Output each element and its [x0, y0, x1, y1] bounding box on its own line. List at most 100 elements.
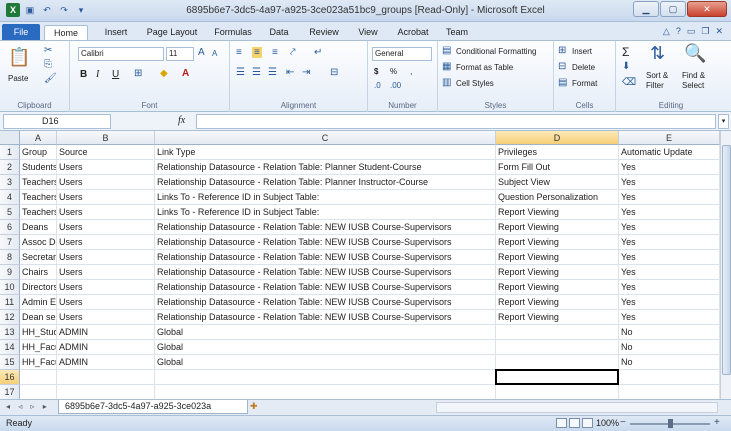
row-header[interactable]: 14 — [0, 340, 20, 355]
format-as-table-button[interactable]: Format as Table — [456, 63, 513, 72]
table-cell[interactable]: Subject View — [496, 175, 619, 190]
table-cell[interactable] — [496, 325, 619, 340]
table-cell[interactable] — [619, 370, 720, 385]
table-cell[interactable]: No — [619, 340, 720, 355]
table-cell[interactable]: Report Viewing — [496, 280, 619, 295]
table-cell[interactable]: ADMIN — [57, 325, 155, 340]
help-icon[interactable]: ? — [676, 26, 681, 37]
table-cell[interactable]: Users — [57, 235, 155, 250]
sort-filter-button[interactable]: Sort & — [646, 71, 668, 80]
table-cell[interactable] — [57, 385, 155, 399]
grow-font-icon[interactable]: A — [198, 47, 205, 58]
table-cell[interactable]: Users — [57, 295, 155, 310]
copy-icon[interactable]: ⎘ — [44, 59, 52, 70]
format-as-table-icon[interactable]: ▦ — [442, 61, 451, 72]
table-cell[interactable]: Students — [20, 160, 57, 175]
fill-icon[interactable]: ⬇ — [622, 61, 630, 72]
column-header-c[interactable]: C — [155, 131, 496, 145]
insert-cells-icon[interactable]: ⊞ — [558, 45, 566, 56]
delete-cells-icon[interactable]: ⊟ — [558, 61, 566, 72]
table-cell[interactable]: Users — [57, 205, 155, 220]
table-cell[interactable] — [20, 385, 57, 399]
table-cell[interactable] — [155, 370, 496, 385]
page-layout-view-button[interactable] — [569, 418, 580, 428]
table-cell[interactable]: Users — [57, 265, 155, 280]
table-cell[interactable]: Teachers ( — [20, 190, 57, 205]
tab-acrobat[interactable]: Acrobat — [394, 25, 432, 40]
tab-view[interactable]: View — [354, 25, 382, 40]
align-left-icon[interactable]: ☰ — [236, 67, 245, 78]
clear-icon[interactable]: ⌫ — [622, 77, 636, 88]
table-cell[interactable]: Admin EV — [20, 295, 57, 310]
table-cell[interactable]: Yes — [619, 160, 720, 175]
align-top-icon[interactable]: ≡ — [236, 47, 242, 58]
table-cell[interactable]: Users — [57, 160, 155, 175]
align-middle-icon[interactable]: ≡ — [252, 47, 262, 58]
horizontal-scrollbar[interactable] — [436, 402, 718, 413]
column-header-d[interactable]: D — [496, 131, 619, 145]
table-cell[interactable] — [496, 385, 619, 399]
table-cell[interactable]: Users — [57, 310, 155, 325]
workbook-close-icon[interactable]: ✕ — [715, 26, 723, 37]
table-cell[interactable]: Report Viewing — [496, 235, 619, 250]
table-cell[interactable]: Relationship Datasource - Relation Table… — [155, 175, 496, 190]
table-cell[interactable]: Links To - Reference ID in Subject Table… — [155, 190, 496, 205]
table-cell[interactable] — [155, 385, 496, 399]
table-cell[interactable]: Report Viewing — [496, 295, 619, 310]
increase-decimal-icon[interactable]: .0 — [374, 81, 381, 90]
autosum-button[interactable]: Σ — [622, 45, 629, 59]
maximize-button[interactable]: ▢ — [660, 1, 686, 17]
close-button[interactable]: ✕ — [687, 1, 727, 17]
table-cell[interactable]: Relationship Datasource - Relation Table… — [155, 265, 496, 280]
align-bottom-icon[interactable]: ≡ — [272, 47, 278, 58]
table-cell[interactable]: Yes — [619, 280, 720, 295]
header-cell[interactable]: Automatic Update — [619, 145, 720, 160]
column-header-b[interactable]: B — [57, 131, 155, 145]
row-header[interactable]: 12 — [0, 310, 20, 325]
zoom-in-button[interactable]: + — [714, 417, 720, 428]
vertical-scroll-thumb[interactable] — [722, 145, 731, 375]
page-break-view-button[interactable] — [582, 418, 593, 428]
find-select-icon[interactable]: 🔍 — [684, 43, 706, 64]
minimize-button[interactable]: ▁ — [633, 1, 659, 17]
table-cell[interactable] — [57, 370, 155, 385]
find-select-button-line2[interactable]: Select — [682, 81, 704, 90]
number-format-select[interactable]: General — [372, 47, 432, 61]
workbook-minimize-icon[interactable]: ▭ — [687, 26, 696, 37]
select-all-corner[interactable] — [0, 131, 20, 145]
table-cell[interactable] — [619, 385, 720, 399]
conditional-formatting-button[interactable]: Conditional Formatting — [456, 47, 536, 56]
borders-icon[interactable]: ⊞ — [134, 68, 142, 79]
format-cells-icon[interactable]: ▤ — [558, 77, 567, 88]
table-cell[interactable]: Yes — [619, 265, 720, 280]
table-cell[interactable]: ADMIN — [57, 340, 155, 355]
table-cell[interactable]: Secretary — [20, 250, 57, 265]
orientation-icon[interactable]: ⤤ — [290, 47, 296, 58]
table-cell[interactable]: Users — [57, 190, 155, 205]
table-cell[interactable]: Relationship Datasource - Relation Table… — [155, 310, 496, 325]
row-header[interactable]: 15 — [0, 355, 20, 370]
formula-input[interactable] — [196, 114, 716, 129]
table-cell[interactable]: HH_Facult — [20, 355, 57, 370]
cut-icon[interactable]: ✂ — [44, 45, 52, 56]
sheet-tab-active[interactable]: 6895b6e7-3dc5-4a97-a925-3ce023a — [58, 400, 248, 414]
table-cell[interactable]: HH_Facult — [20, 340, 57, 355]
decrease-decimal-icon[interactable]: .00 — [390, 81, 401, 90]
table-cell[interactable]: Users — [57, 280, 155, 295]
shrink-font-icon[interactable]: A — [212, 49, 217, 58]
wrap-text-icon[interactable]: ↵ — [314, 47, 322, 58]
table-cell[interactable]: Report Viewing — [496, 220, 619, 235]
table-cell[interactable]: ADMIN — [57, 355, 155, 370]
format-painter-icon[interactable]: 🖌 — [44, 73, 57, 84]
tab-page-layout[interactable]: Page Layout — [146, 25, 198, 40]
conditional-formatting-icon[interactable]: ▤ — [442, 45, 451, 56]
decrease-indent-icon[interactable]: ⇤ — [286, 67, 294, 78]
table-cell[interactable]: Yes — [619, 190, 720, 205]
currency-button[interactable]: $ — [374, 67, 378, 76]
insert-cells-button[interactable]: Insert — [572, 47, 592, 56]
tab-review[interactable]: Review — [304, 25, 344, 40]
table-cell[interactable]: Yes — [619, 175, 720, 190]
tab-formulas[interactable]: Formulas — [212, 25, 254, 40]
font-color-icon[interactable]: A — [182, 68, 189, 79]
row-header[interactable]: 11 — [0, 295, 20, 310]
